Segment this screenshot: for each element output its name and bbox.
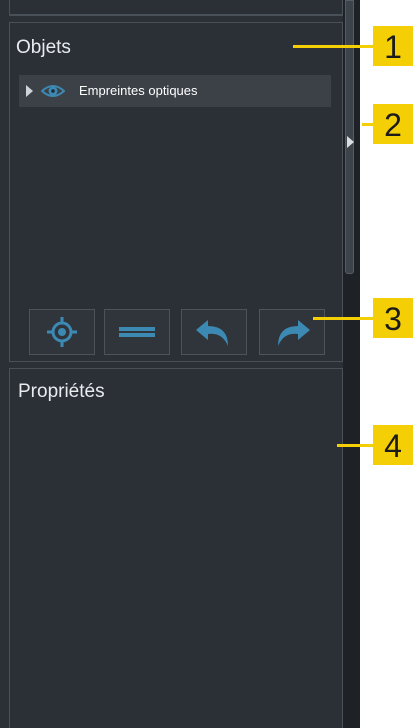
callout-line-4: [337, 444, 373, 447]
properties-title: Propriétés: [18, 381, 105, 402]
tree-item-empreintes-optiques[interactable]: Empreintes optiques: [19, 75, 331, 107]
properties-panel: Propriétés: [9, 368, 343, 728]
expand-arrow-icon[interactable]: [26, 85, 33, 97]
top-panel-edge: [9, 0, 343, 16]
objects-title: Objets: [16, 37, 71, 58]
collapse-panel-arrow-icon[interactable]: [347, 136, 354, 148]
redo-button[interactable]: [259, 309, 325, 355]
crosshair-icon: [47, 317, 77, 347]
callout-1: 1: [373, 26, 413, 66]
objects-panel: Objets Empreintes optiques: [9, 22, 343, 362]
side-panel: Objets Empreintes optiques Propriétés: [0, 0, 360, 728]
minus-icon: [119, 327, 155, 337]
callout-line-1: [293, 45, 373, 48]
center-view-button[interactable]: [29, 309, 95, 355]
undo-button[interactable]: [181, 309, 247, 355]
callout-line-3: [313, 317, 373, 320]
callout-line-2: [362, 123, 373, 126]
callout-2: 2: [373, 104, 413, 144]
eye-icon[interactable]: [41, 82, 65, 100]
redo-arrow-icon: [278, 320, 310, 346]
undo-arrow-icon: [196, 320, 228, 346]
callout-4: 4: [373, 425, 413, 465]
tree-item-label: Empreintes optiques: [79, 83, 198, 98]
remove-button[interactable]: [104, 309, 170, 355]
callout-3: 3: [373, 298, 413, 338]
